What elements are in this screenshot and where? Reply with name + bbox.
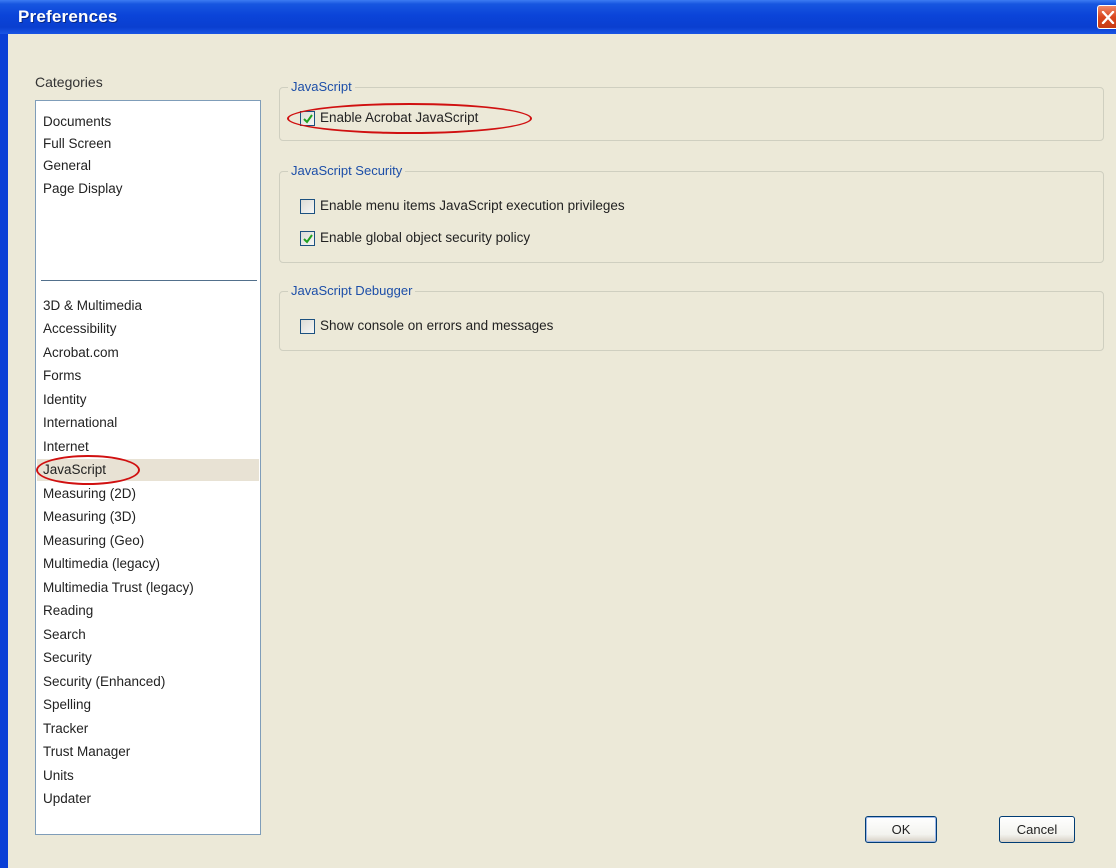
title-bar[interactable]: Preferences: [0, 0, 1116, 34]
javascript-debugger-group: JavaScript Debugger Show console on erro…: [279, 283, 1104, 351]
global-object-policy-option[interactable]: Enable global object security policy: [300, 229, 620, 249]
checkmark-icon: [303, 234, 313, 244]
menu-items-privileges-label: Enable menu items JavaScript execution p…: [320, 198, 625, 213]
category-item-measuring-3d[interactable]: Measuring (3D): [37, 506, 259, 528]
category-item-tracker[interactable]: Tracker: [37, 718, 259, 740]
category-item-reading[interactable]: Reading: [37, 600, 259, 622]
show-console-label: Show console on errors and messages: [320, 318, 554, 333]
category-separator: [41, 280, 257, 281]
cancel-button[interactable]: Cancel: [999, 816, 1075, 843]
category-item-documents[interactable]: Documents: [37, 111, 259, 133]
category-item-measuring-2d[interactable]: Measuring (2D): [37, 483, 259, 505]
category-item-measuring-geo[interactable]: Measuring (Geo): [37, 530, 259, 552]
category-item-security[interactable]: Security: [37, 647, 259, 669]
category-item-page-display[interactable]: Page Display: [37, 178, 259, 200]
category-item-units[interactable]: Units: [37, 765, 259, 787]
window-title: Preferences: [18, 7, 118, 26]
category-item-updater[interactable]: Updater: [37, 788, 259, 810]
category-item-international[interactable]: International: [37, 412, 259, 434]
javascript-security-group-legend: JavaScript Security: [288, 163, 406, 178]
close-icon: [1101, 11, 1115, 24]
category-item-multimedia-trust-legacy[interactable]: Multimedia Trust (legacy): [37, 577, 259, 599]
enable-acrobat-javascript-option[interactable]: Enable Acrobat JavaScript: [300, 109, 580, 129]
category-item-search[interactable]: Search: [37, 624, 259, 646]
javascript-group: JavaScript Enable Acrobat JavaScript: [279, 79, 1104, 141]
menu-items-privileges-option[interactable]: Enable menu items JavaScript execution p…: [300, 197, 740, 217]
category-item-security-enhanced[interactable]: Security (Enhanced): [37, 671, 259, 693]
global-object-policy-label: Enable global object security policy: [320, 230, 531, 245]
category-item-acrobat-com[interactable]: Acrobat.com: [37, 342, 259, 364]
close-button[interactable]: [1097, 5, 1116, 29]
category-item-javascript[interactable]: JavaScript: [37, 459, 259, 481]
checkmark-icon: [303, 114, 313, 124]
ok-button[interactable]: OK: [865, 816, 937, 843]
category-item-multimedia-legacy[interactable]: Multimedia (legacy): [37, 553, 259, 575]
categories-list[interactable]: Documents Full Screen General Page Displ…: [35, 100, 261, 835]
menu-items-privileges-checkbox[interactable]: [300, 199, 315, 214]
category-item-identity[interactable]: Identity: [37, 389, 259, 411]
javascript-debugger-group-legend: JavaScript Debugger: [288, 283, 416, 298]
category-item-trust-manager[interactable]: Trust Manager: [37, 741, 259, 763]
javascript-security-group: JavaScript Security Enable menu items Ja…: [279, 163, 1104, 263]
javascript-group-legend: JavaScript: [288, 79, 355, 94]
category-item-3d-multimedia[interactable]: 3D & Multimedia: [37, 295, 259, 317]
category-item-accessibility[interactable]: Accessibility: [37, 318, 259, 340]
global-object-policy-checkbox[interactable]: [300, 231, 315, 246]
dialog-client-area: Categories Documents Full Screen General…: [8, 34, 1116, 868]
preferences-window: Preferences Categories Documents Full Sc…: [0, 0, 1116, 868]
category-item-spelling[interactable]: Spelling: [37, 694, 259, 716]
enable-acrobat-javascript-checkbox[interactable]: [300, 111, 315, 126]
enable-acrobat-javascript-label: Enable Acrobat JavaScript: [320, 110, 479, 125]
category-item-full-screen[interactable]: Full Screen: [37, 133, 259, 155]
category-item-general[interactable]: General: [37, 155, 259, 177]
categories-label: Categories: [35, 74, 103, 90]
category-item-forms[interactable]: Forms: [37, 365, 259, 387]
show-console-option[interactable]: Show console on errors and messages: [300, 317, 620, 337]
show-console-checkbox[interactable]: [300, 319, 315, 334]
category-item-internet[interactable]: Internet: [37, 436, 259, 458]
